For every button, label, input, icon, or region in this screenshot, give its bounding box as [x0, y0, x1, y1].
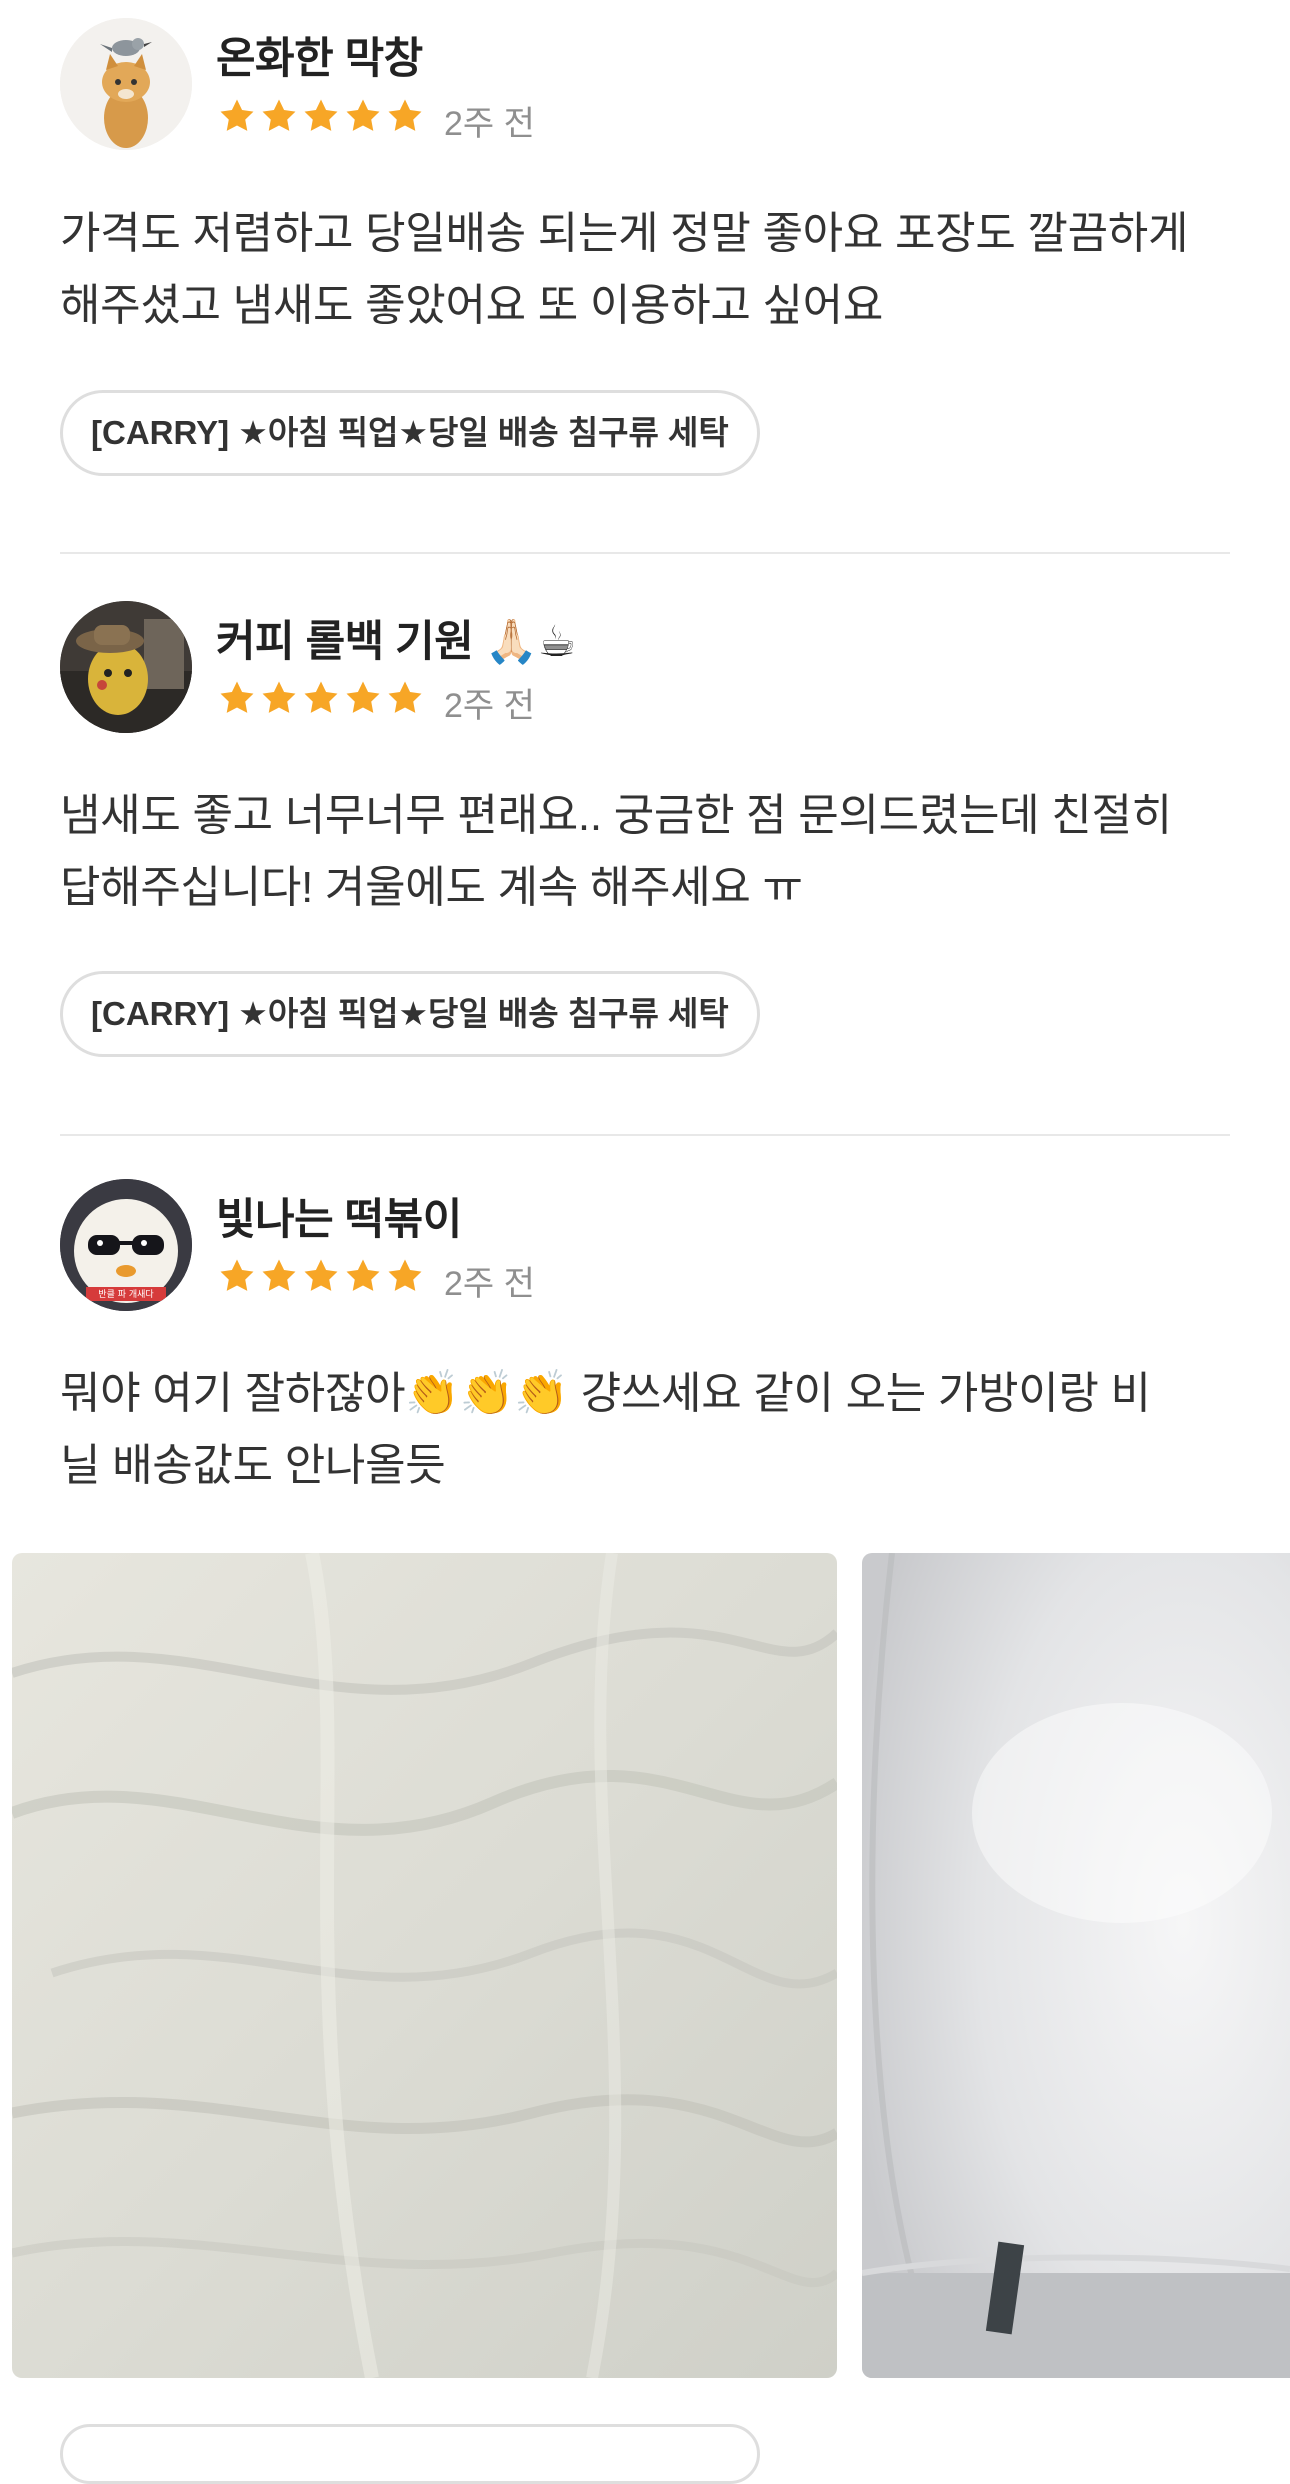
review-photo[interactable]	[862, 1553, 1290, 2378]
detective-pikachu-avatar-icon	[60, 601, 192, 733]
reviewer-name[interactable]: 빛나는 떡볶이	[216, 1185, 462, 1247]
reviewer-avatar[interactable]	[60, 18, 192, 150]
product-tag[interactable]: [CARRY] ★아침 픽업★당일 배송 침구류 세탁	[60, 971, 760, 1057]
reviewer-avatar[interactable]: 반클 파 개새다	[60, 1179, 192, 1311]
star-rating	[218, 679, 424, 717]
review-item: 온화한 막창 2주 전 가격도 저렴하고 당일배송 되는게 정말 좋아요 포장도…	[0, 0, 1290, 555]
star-icon	[302, 679, 340, 717]
review-text-line: 냄새도 좋고 너무너무 편래요.. 궁금한 점 문의드렸는데 친절히	[60, 791, 1172, 840]
star-rating	[218, 97, 424, 135]
divider	[60, 552, 1230, 554]
review-text: 가격도 저렴하고 당일배송 되는게 정말 좋아요 포장도 깔끔하게 해주셨고 냄…	[60, 198, 1240, 342]
review-time: 2주 전	[444, 105, 535, 143]
review-time: 2주 전	[444, 1265, 535, 1303]
product-tag[interactable]: [CARRY] ★아침 픽업★당일 배송 침구류 세탁	[60, 390, 760, 476]
review-text-line: 답해주십니다! 겨울에도 계속 해주세요 ㅠ	[60, 863, 803, 912]
wrinkled-white-bedding-photo	[12, 1553, 837, 2378]
review-text-line: 뭐야 여기 잘하잖아👏👏👏 걍쓰세요 같이 오는 가방이랑 비	[60, 1369, 1151, 1418]
review-text: 뭐야 여기 잘하잖아👏👏👏 걍쓰세요 같이 오는 가방이랑 비 닐 배송값도 안…	[60, 1358, 1240, 1502]
star-icon	[302, 1257, 340, 1295]
product-tag[interactable]	[60, 2424, 760, 2484]
sunglasses-chick-avatar-icon: 반클 파 개새다	[60, 1179, 192, 1311]
reviewer-name[interactable]: 커피 롤백 기원 🙏🏻☕	[216, 607, 576, 669]
star-icon	[344, 97, 382, 135]
star-icon	[344, 679, 382, 717]
review-text: 냄새도 좋고 너무너무 편래요.. 궁금한 점 문의드렸는데 친절히 답해주십니…	[60, 780, 1240, 924]
bubble-wrap-roll-photo	[862, 1553, 1290, 2378]
cat-with-bird-avatar-icon	[60, 18, 192, 150]
star-icon	[260, 679, 298, 717]
reviewer-name[interactable]: 온화한 막창	[216, 24, 423, 86]
review-text-line: 가격도 저렴하고 당일배송 되는게 정말 좋아요 포장도 깔끔하게	[60, 209, 1189, 258]
star-icon	[218, 97, 256, 135]
divider	[60, 1134, 1230, 1136]
avatar-caption: 반클 파 개새다	[98, 1289, 154, 1300]
star-rating	[218, 1257, 424, 1295]
star-icon	[218, 679, 256, 717]
star-icon	[386, 1257, 424, 1295]
star-icon	[260, 97, 298, 135]
review-text-line: 해주셨고 냄새도 좋았어요 또 이용하고 싶어요	[60, 281, 884, 330]
star-icon	[302, 97, 340, 135]
star-icon	[260, 1257, 298, 1295]
reviewer-avatar[interactable]	[60, 601, 192, 733]
star-icon	[386, 679, 424, 717]
review-time: 2주 전	[444, 687, 535, 725]
star-icon	[344, 1257, 382, 1295]
star-icon	[218, 1257, 256, 1295]
review-photo[interactable]	[12, 1553, 837, 2378]
review-item: 커피 롤백 기원 🙏🏻☕ 2주 전 냄새도 좋고 너무너무 편래요.. 궁금한 …	[0, 555, 1290, 1135]
review-text-line: 닐 배송값도 안나올듯	[60, 1441, 446, 1490]
star-icon	[386, 97, 424, 135]
